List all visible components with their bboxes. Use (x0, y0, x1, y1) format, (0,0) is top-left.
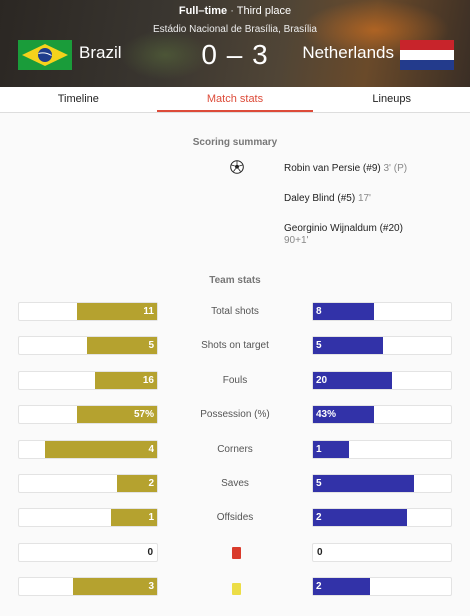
goal-minute: 3' (P) (383, 163, 408, 174)
away-stat-track: 0 (312, 543, 452, 562)
away-stat-bar: 2 (313, 509, 407, 526)
stat-label: Possession (%) (200, 409, 270, 420)
home-stat-bar: 3 (73, 578, 157, 595)
stat-row: 32 (0, 577, 470, 597)
match-status-line: Full–time · Third place (0, 5, 470, 17)
away-stat-track: 8 (312, 302, 452, 321)
home-stat-bar: 57% (77, 406, 157, 423)
away-stat-track: 1 (312, 440, 452, 459)
match-status: Full–time (178, 5, 228, 17)
away-team-name[interactable]: Netherlands (302, 43, 394, 63)
away-stat-track: 5 (312, 474, 452, 493)
away-stat-bar: 1 (313, 441, 349, 458)
team-stats-title: Team stats (209, 275, 261, 286)
home-stat-bar: 5 (87, 337, 157, 354)
away-stat-bar: 5 (313, 475, 414, 492)
away-stat-bar: 5 (313, 337, 383, 354)
home-stat-bar: 1 (111, 509, 157, 526)
home-stat-bar: 16 (95, 372, 157, 389)
stat-row: 57% Possession (%) 43% (0, 405, 470, 425)
home-stat-track: 2 (18, 474, 158, 493)
goal-entry: Robin van Persie (#9) 3' (P) (284, 163, 407, 175)
stat-label: Offsides (216, 512, 254, 523)
away-stat-bar: 20 (313, 372, 392, 389)
tab-bar: Timeline Match stats Lineups (0, 87, 470, 113)
stat-label: Saves (221, 478, 249, 489)
away-stat-bar: 2 (313, 578, 370, 595)
home-stat-bar: 2 (117, 475, 157, 492)
home-stat-bar: 11 (77, 303, 157, 320)
yellow-card-icon (232, 583, 241, 595)
away-stat-track: 5 (312, 336, 452, 355)
away-stat-track: 2 (312, 508, 452, 527)
home-stat-bar: 4 (45, 441, 157, 458)
stat-label: Shots on target (201, 340, 269, 351)
goal-scorer[interactable]: Daley Blind (#5) (284, 193, 355, 204)
home-stat-track: 5 (18, 336, 158, 355)
away-stat-track: 43% (312, 405, 452, 424)
stat-row: 2 Saves 5 (0, 474, 470, 494)
stat-row: 16 Fouls 20 (0, 371, 470, 391)
home-stat-value: 0 (147, 547, 153, 558)
stat-row: 5 Shots on target 5 (0, 336, 470, 356)
scoring-summary-title: Scoring summary (192, 137, 278, 148)
soccer-ball-icon (230, 160, 244, 174)
red-card-icon (232, 547, 241, 559)
netherlands-flag-icon (400, 40, 454, 70)
stat-label: Corners (217, 444, 253, 455)
goal-scorer[interactable]: Georginio Wijnaldum (#20) (284, 223, 403, 235)
stat-row: 11 Total shots 8 (0, 302, 470, 322)
home-stat-track: 11 (18, 302, 158, 321)
home-stat-track: 16 (18, 371, 158, 390)
stat-row: 00 (0, 543, 470, 563)
away-stat-bar: 43% (313, 406, 374, 423)
home-stat-track: 0 (18, 543, 158, 562)
venue: Estádio Nacional de Brasília, Brasília (153, 24, 317, 35)
home-stat-track: 3 (18, 577, 158, 596)
away-stat-value: 0 (317, 547, 323, 558)
goal-entry: Georginio Wijnaldum (#20) 90+1' (284, 223, 403, 247)
stat-label: Fouls (222, 375, 248, 386)
tab-match-stats[interactable]: Match stats (156, 87, 314, 112)
home-stat-track: 1 (18, 508, 158, 527)
goal-minute: 17' (357, 193, 371, 204)
stat-row: 4 Corners 1 (0, 440, 470, 460)
match-stage: Third place (236, 5, 292, 17)
match-header: Full–time · Third place Estádio Nacional… (0, 0, 470, 87)
tab-timeline[interactable]: Timeline (0, 87, 157, 112)
home-stat-track: 4 (18, 440, 158, 459)
goal-minute: 90+1' (284, 235, 309, 246)
goal-scorer[interactable]: Robin van Persie (#9) (284, 163, 381, 174)
stat-label: Total shots (211, 306, 259, 317)
home-stat-track: 57% (18, 405, 158, 424)
stat-row: 1 Offsides 2 (0, 508, 470, 528)
away-stat-track: 2 (312, 577, 452, 596)
away-stat-track: 20 (312, 371, 452, 390)
tab-lineups[interactable]: Lineups (313, 87, 470, 112)
goal-entry: Daley Blind (#5) 17' (284, 193, 371, 205)
away-stat-bar: 8 (313, 303, 374, 320)
status-separator: · (230, 5, 234, 17)
